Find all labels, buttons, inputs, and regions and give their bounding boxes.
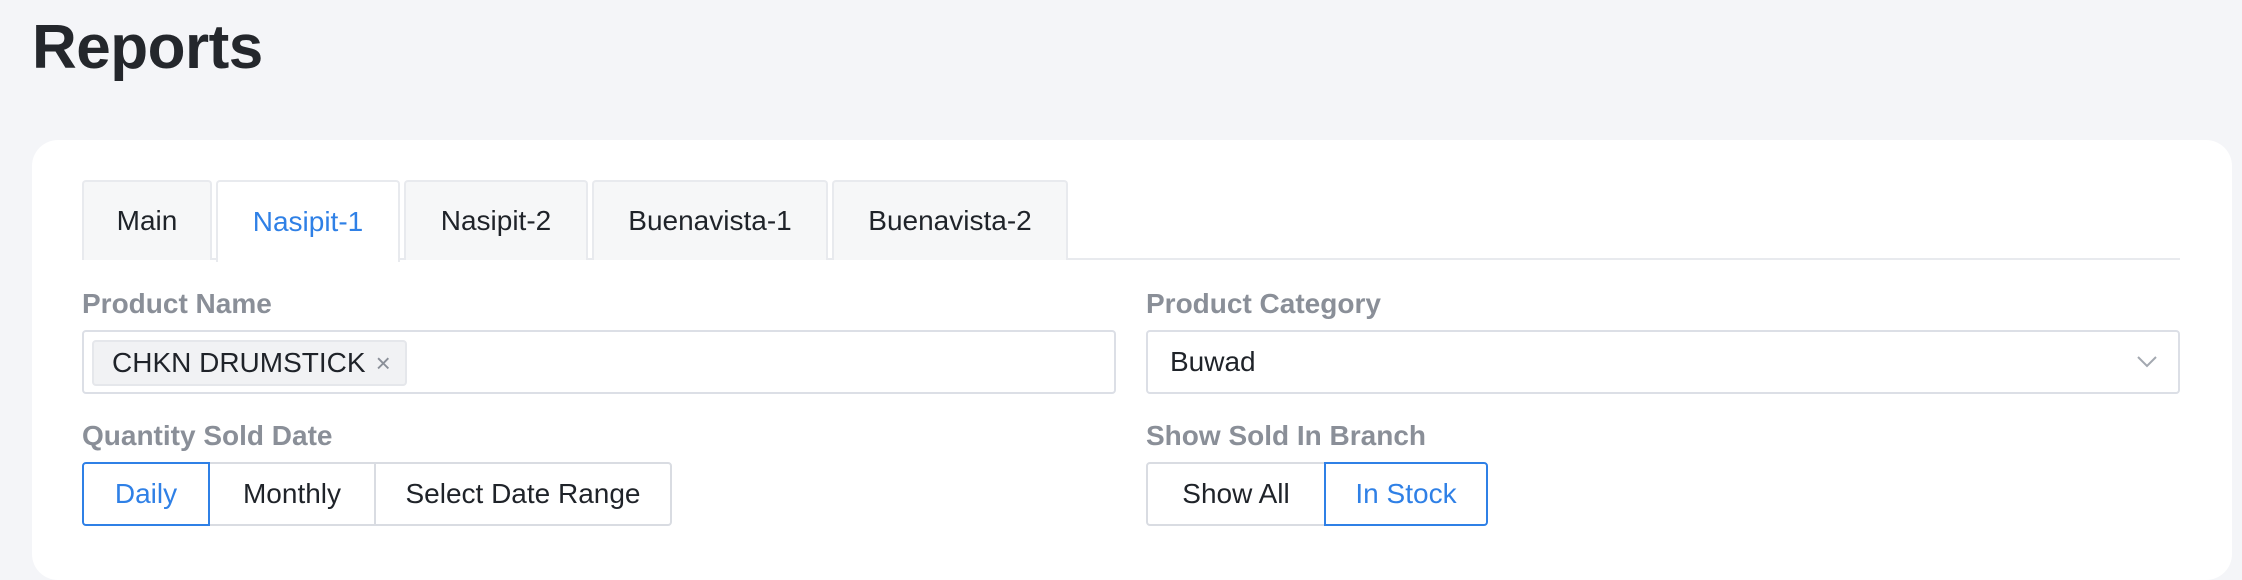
- monthly-button[interactable]: Monthly: [208, 462, 376, 526]
- product-name-label: Product Name: [82, 288, 272, 319]
- show-sold-in-branch-group: Show All In Stock: [1146, 462, 1488, 526]
- quantity-sold-date-group: Daily Monthly Select Date Range: [82, 462, 672, 526]
- daily-button[interactable]: Daily: [82, 462, 210, 526]
- tab-buenavista-1[interactable]: Buenavista-1: [592, 180, 828, 260]
- chevron-down-icon: [2137, 356, 2157, 368]
- show-sold-in-branch-label: Show Sold In Branch: [1146, 420, 1427, 451]
- product-category-value: Buwad: [1170, 346, 1256, 377]
- tab-main[interactable]: Main: [82, 180, 212, 260]
- product-tag-label: CHKN DRUMSTICK: [112, 347, 366, 378]
- product-tag: CHKN DRUMSTICK ×: [92, 340, 407, 386]
- product-category-select[interactable]: Buwad: [1146, 330, 2180, 394]
- select-date-range-button[interactable]: Select Date Range: [374, 462, 672, 526]
- product-category-label: Product Category: [1146, 288, 1381, 319]
- branch-tabs: Main Nasipit-1 Nasipit-2 Buenavista-1 Bu…: [82, 180, 2180, 262]
- tab-nasipit-2[interactable]: Nasipit-2: [404, 180, 588, 260]
- tab-buenavista-2[interactable]: Buenavista-2: [832, 180, 1068, 260]
- tab-nasipit-1[interactable]: Nasipit-1: [216, 180, 400, 262]
- quantity-sold-date-label: Quantity Sold Date: [82, 420, 333, 451]
- page-title: Reports: [32, 13, 263, 82]
- close-icon[interactable]: ×: [376, 348, 391, 379]
- product-name-input[interactable]: CHKN DRUMSTICK ×: [82, 330, 1116, 394]
- in-stock-button[interactable]: In Stock: [1324, 462, 1488, 526]
- show-all-button[interactable]: Show All: [1146, 462, 1326, 526]
